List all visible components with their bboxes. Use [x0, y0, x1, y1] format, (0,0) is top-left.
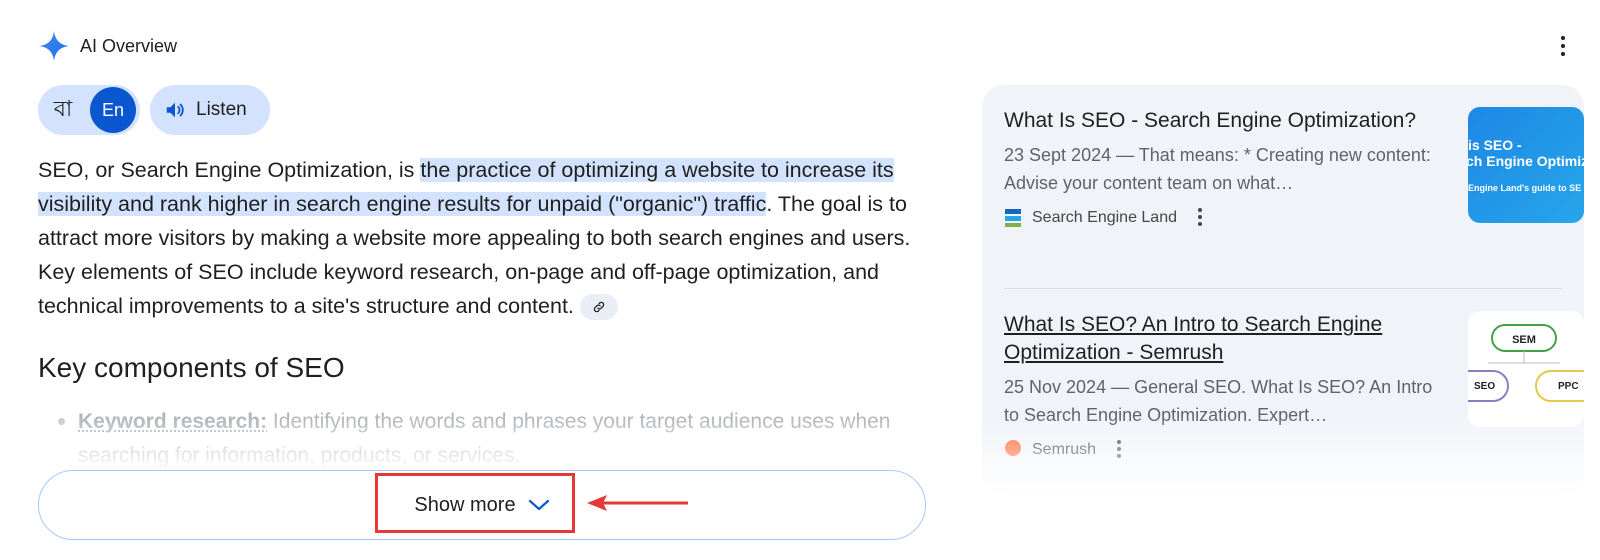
- link-icon: [593, 302, 605, 313]
- listen-label: Listen: [196, 99, 247, 120]
- source-thumbnail[interactable]: SEM SEO PPC: [1468, 311, 1584, 427]
- source-snippet: 23 Sept 2024 — That means: * Creating ne…: [1004, 145, 1431, 193]
- source-site-name: Search Engine Land: [1032, 209, 1177, 226]
- divider: [1004, 288, 1562, 289]
- source-title[interactable]: What Is SEO? An Intro to Search Engine O…: [1004, 311, 1424, 367]
- source-title[interactable]: What Is SEO - Search Engine Optimization…: [1004, 107, 1424, 135]
- source-site-name: Semrush: [1032, 441, 1097, 458]
- annotation-arrow-icon: [587, 495, 688, 511]
- thumbnail-text: is SEO -: [1468, 137, 1522, 153]
- show-more-label: Show more: [414, 493, 516, 516]
- diagram-thumbnail: SEM SEO PPC: [1468, 324, 1584, 402]
- section-heading: Key components of SEO: [38, 352, 345, 383]
- source-more-icon[interactable]: [1195, 208, 1205, 228]
- chevron-down-icon: [528, 499, 549, 511]
- bullet-keyword[interactable]: Keyword research:: [78, 410, 267, 433]
- source-card[interactable]: What Is SEO - Search Engine Optimization…: [1004, 107, 1584, 229]
- ai-overview-title: AI Overview: [80, 35, 178, 56]
- sources-panel: What Is SEO - Search Engine Optimization…: [982, 85, 1584, 495]
- source-more-icon[interactable]: [1114, 440, 1124, 460]
- overview-paragraph: SEO, or Search Engine Optimization, is t…: [38, 153, 918, 323]
- source-attribution: Semrush: [1004, 439, 1562, 461]
- listen-button[interactable]: Listen: [150, 85, 270, 135]
- bullet-dot: [58, 418, 65, 425]
- language-toggle: বা En: [38, 85, 140, 135]
- thumb-label-ppc: PPC: [1558, 381, 1579, 392]
- thumb-label-seo: SEO: [1474, 381, 1495, 392]
- ai-overview-header: AI Overview: [38, 30, 177, 62]
- thumbnail-text: Engine Land's guide to SE: [1468, 183, 1582, 193]
- list-item: Keyword research: Identifying the words …: [58, 405, 908, 473]
- language-bengali-button[interactable]: বা: [38, 92, 88, 129]
- speaker-icon: [166, 102, 184, 118]
- language-english-button[interactable]: En: [90, 87, 136, 133]
- thumb-label-sem: SEM: [1512, 334, 1536, 346]
- source-thumbnail[interactable]: is SEO - ch Engine Optimizati Engine Lan…: [1468, 107, 1584, 223]
- search-engine-land-favicon: [1004, 207, 1022, 229]
- sparkle-icon: [39, 31, 69, 61]
- more-vert-icon[interactable]: [1556, 36, 1570, 60]
- show-more-button[interactable]: Show more: [38, 470, 926, 540]
- source-snippet: 25 Nov 2024 — General SEO. What Is SEO? …: [1004, 377, 1433, 425]
- source-card[interactable]: What Is SEO? An Intro to Search Engine O…: [1004, 311, 1584, 461]
- overview-text-before: SEO, or Search Engine Optimization, is: [38, 158, 421, 182]
- thumbnail-text: ch Engine Optimizati: [1468, 153, 1584, 169]
- source-link-chip[interactable]: [579, 294, 618, 321]
- semrush-favicon: [1004, 439, 1022, 461]
